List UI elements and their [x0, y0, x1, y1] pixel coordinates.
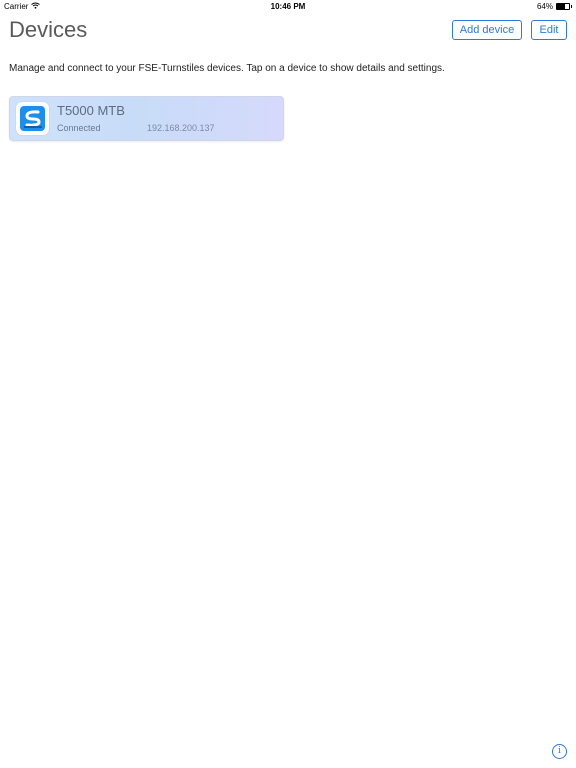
- status-bar: Carrier 10:46 PM 64%: [0, 0, 576, 12]
- device-card[interactable]: T5000 MTB Connected 192.168.200.137: [9, 96, 284, 141]
- device-name: T5000 MTB: [57, 103, 125, 118]
- info-icon[interactable]: i: [552, 744, 567, 759]
- fse-logo-icon: [16, 102, 49, 135]
- battery-tip: [571, 5, 572, 8]
- edit-button[interactable]: Edit: [531, 20, 567, 40]
- header: Devices Add device Edit: [0, 12, 576, 52]
- page-title: Devices: [9, 17, 88, 42]
- device-status: Connected: [57, 123, 101, 133]
- add-device-button[interactable]: Add device: [452, 20, 522, 40]
- device-ip: 192.168.200.137: [147, 123, 215, 133]
- battery-percent: 64%: [536, 2, 553, 11]
- intro-text: Manage and connect to your FSE-Turnstile…: [9, 63, 445, 74]
- battery-icon: [556, 3, 570, 10]
- status-time: 10:46 PM: [270, 2, 306, 11]
- status-right: 64%: [537, 2, 572, 11]
- battery-fill: [557, 4, 565, 9]
